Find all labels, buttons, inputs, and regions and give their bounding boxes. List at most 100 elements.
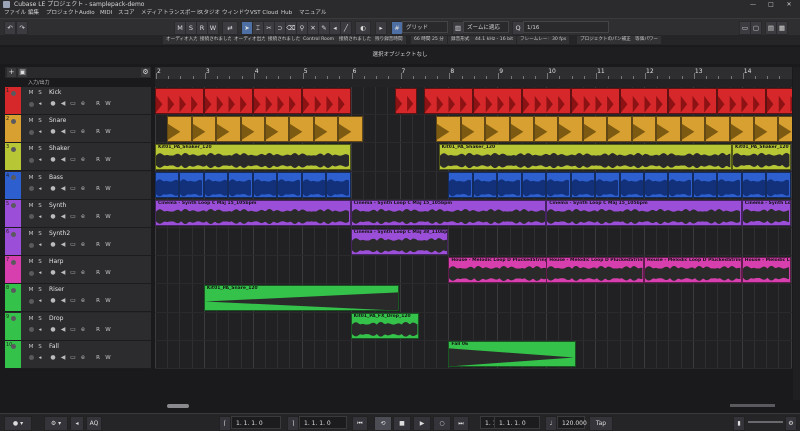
right-locator-button[interactable]: ⌉ bbox=[287, 416, 299, 431]
global-write-button[interactable]: W bbox=[207, 21, 219, 35]
track-name[interactable]: Harp bbox=[49, 258, 63, 265]
record-enable-icon[interactable] bbox=[27, 269, 35, 277]
monitor-speaker-icon[interactable]: ◀ bbox=[59, 297, 67, 305]
read-automation-button[interactable]: R bbox=[94, 185, 102, 193]
edit-button[interactable]: e bbox=[79, 241, 87, 249]
quantize-select[interactable]: 1/16 bbox=[523, 21, 609, 33]
stop-button[interactable]: ■ bbox=[393, 416, 411, 431]
monitor-button[interactable]: ◂ bbox=[36, 213, 44, 221]
record-button-icon[interactable]: ● bbox=[49, 269, 57, 277]
lock-icon[interactable]: ▭ bbox=[69, 297, 77, 305]
tool-line[interactable]: ╱ bbox=[340, 21, 352, 35]
solo-button[interactable]: S bbox=[36, 202, 44, 210]
zoom-slider[interactable] bbox=[730, 404, 775, 407]
audio-event-kick[interactable] bbox=[766, 87, 792, 114]
mute-button[interactable]: M bbox=[27, 202, 35, 210]
audio-event-bass[interactable] bbox=[155, 172, 180, 199]
edit-button[interactable]: e bbox=[79, 354, 87, 362]
snap-button[interactable]: ▸ bbox=[375, 21, 387, 35]
record-enable-icon[interactable] bbox=[27, 128, 35, 136]
mute-button[interactable]: M bbox=[27, 343, 35, 351]
record-enable-icon[interactable] bbox=[27, 326, 35, 334]
audio-event-snare[interactable] bbox=[460, 115, 486, 142]
menu-audio[interactable]: Audio bbox=[79, 9, 95, 18]
record-enable-button[interactable] bbox=[9, 230, 17, 238]
audio-event-snare[interactable] bbox=[558, 115, 583, 142]
arrange-area[interactable]: Kit01_PA_Shaker_120 Kit01_PA_Shaker_120 Ki… bbox=[155, 87, 792, 369]
audio-event-bass[interactable] bbox=[497, 172, 522, 199]
audio-event-bass[interactable] bbox=[326, 172, 351, 199]
track-header-synth2[interactable]: 6 M S Synth2 ◂ ● ◀ ▭ e R W bbox=[5, 228, 151, 256]
track-name[interactable]: Fall bbox=[49, 343, 59, 350]
audio-event-kick[interactable] bbox=[570, 87, 620, 114]
record-enable-icon[interactable] bbox=[27, 297, 35, 305]
audio-event-synth[interactable]: Cinema - Synth Loop C Maj 15_105bpm bbox=[741, 200, 791, 227]
auto-quantize-button[interactable]: AQ bbox=[86, 416, 102, 431]
audio-event-bass[interactable] bbox=[521, 172, 547, 199]
menu-transport[interactable]: トランスポート bbox=[163, 9, 201, 18]
audio-event-snare[interactable] bbox=[533, 115, 559, 142]
record-enable-icon[interactable] bbox=[27, 213, 35, 221]
lock-icon[interactable]: ▭ bbox=[69, 213, 77, 221]
track-header-snare[interactable]: 2 M S Snare ◂ ● ◀ ▭ e R W bbox=[5, 115, 151, 144]
audio-event-shaker[interactable]: Kit01_PA_Shaker_120 bbox=[438, 143, 732, 171]
audio-event-kick[interactable] bbox=[668, 87, 718, 114]
horizontal-scrollbar[interactable] bbox=[155, 401, 792, 411]
secondary-position-display[interactable]: 1. 1. 1. 0 bbox=[494, 416, 540, 429]
audio-event-synth[interactable]: Cinema - Synth Loop C Maj 15_105bpm bbox=[155, 200, 351, 227]
audio-event-snare[interactable] bbox=[705, 115, 730, 142]
audio-event-snare[interactable] bbox=[729, 115, 754, 142]
lock-icon[interactable]: ▭ bbox=[69, 128, 77, 136]
monitor-button[interactable]: ◂ bbox=[36, 326, 44, 334]
audio-event-snare[interactable] bbox=[631, 115, 657, 142]
menu-manual[interactable]: マニュアル bbox=[299, 9, 326, 18]
marker-button[interactable]: ◂ bbox=[70, 416, 84, 431]
audio-event-bass[interactable] bbox=[448, 172, 473, 199]
add-track-button[interactable]: + bbox=[7, 68, 16, 77]
track-name[interactable]: Synth2 bbox=[49, 230, 70, 237]
play-button[interactable]: ▶ bbox=[413, 416, 431, 431]
menu-studio[interactable]: スタジオ bbox=[198, 9, 220, 18]
audio-event-bass[interactable] bbox=[179, 172, 204, 199]
lock-icon[interactable]: ▭ bbox=[69, 354, 77, 362]
audio-event-snare[interactable] bbox=[436, 115, 461, 142]
solo-button[interactable]: S bbox=[36, 89, 44, 97]
track-header-bass[interactable]: 4 M S Bass ◂ ● ◀ ▭ e R W bbox=[5, 171, 151, 200]
mute-button[interactable]: M bbox=[27, 230, 35, 238]
go-to-start-button[interactable]: ⏮ bbox=[352, 416, 368, 431]
mute-button[interactable]: M bbox=[27, 315, 35, 323]
solo-button[interactable]: S bbox=[36, 258, 44, 266]
audio-event-bass[interactable] bbox=[228, 172, 253, 199]
monitor-speaker-icon[interactable]: ◀ bbox=[59, 326, 67, 334]
audio-event-kick[interactable] bbox=[423, 87, 473, 114]
edit-button[interactable]: e bbox=[79, 326, 87, 334]
audio-event-harp[interactable]: House - Melodic Loop D PluckedStrings bbox=[644, 256, 742, 283]
read-automation-button[interactable]: R bbox=[94, 354, 102, 362]
output-volume-slider[interactable] bbox=[748, 421, 783, 423]
monitor-speaker-icon[interactable]: ◀ bbox=[59, 269, 67, 277]
monitor-button[interactable]: ◂ bbox=[36, 241, 44, 249]
audio-event-kick[interactable] bbox=[717, 87, 767, 114]
audio-event-bass[interactable] bbox=[277, 172, 302, 199]
autoscroll-button[interactable]: ⇄ bbox=[222, 21, 238, 35]
color-tool-button[interactable]: ◐ bbox=[355, 21, 371, 35]
audio-event-kick[interactable] bbox=[619, 87, 669, 114]
edit-button[interactable]: e bbox=[79, 156, 87, 164]
record-enable-icon[interactable] bbox=[27, 156, 35, 164]
menu-vst-cloud[interactable]: VST Cloud bbox=[250, 9, 278, 18]
record-button-icon[interactable]: ● bbox=[49, 185, 57, 193]
lock-icon[interactable]: ▭ bbox=[69, 156, 77, 164]
menu-edit[interactable]: 編集 bbox=[28, 9, 39, 18]
monitor-speaker-icon[interactable]: ◀ bbox=[59, 213, 67, 221]
read-automation-button[interactable]: R bbox=[94, 100, 102, 108]
record-enable-button[interactable] bbox=[9, 145, 17, 153]
snap-type-select[interactable]: グリッド bbox=[402, 21, 448, 33]
close-button[interactable]: ✕ bbox=[782, 0, 796, 9]
audio-event-bass[interactable] bbox=[472, 172, 498, 199]
audio-event-bass[interactable] bbox=[546, 172, 571, 199]
audio-event-kick[interactable] bbox=[521, 87, 571, 114]
menu-project[interactable]: プロジェクト bbox=[46, 9, 79, 18]
monitor-button[interactable]: ◂ bbox=[36, 128, 44, 136]
audio-event-riser[interactable]: Kit01_PA_Snare_120 bbox=[203, 284, 400, 312]
zone-right-button[interactable]: ▦ bbox=[776, 21, 788, 35]
